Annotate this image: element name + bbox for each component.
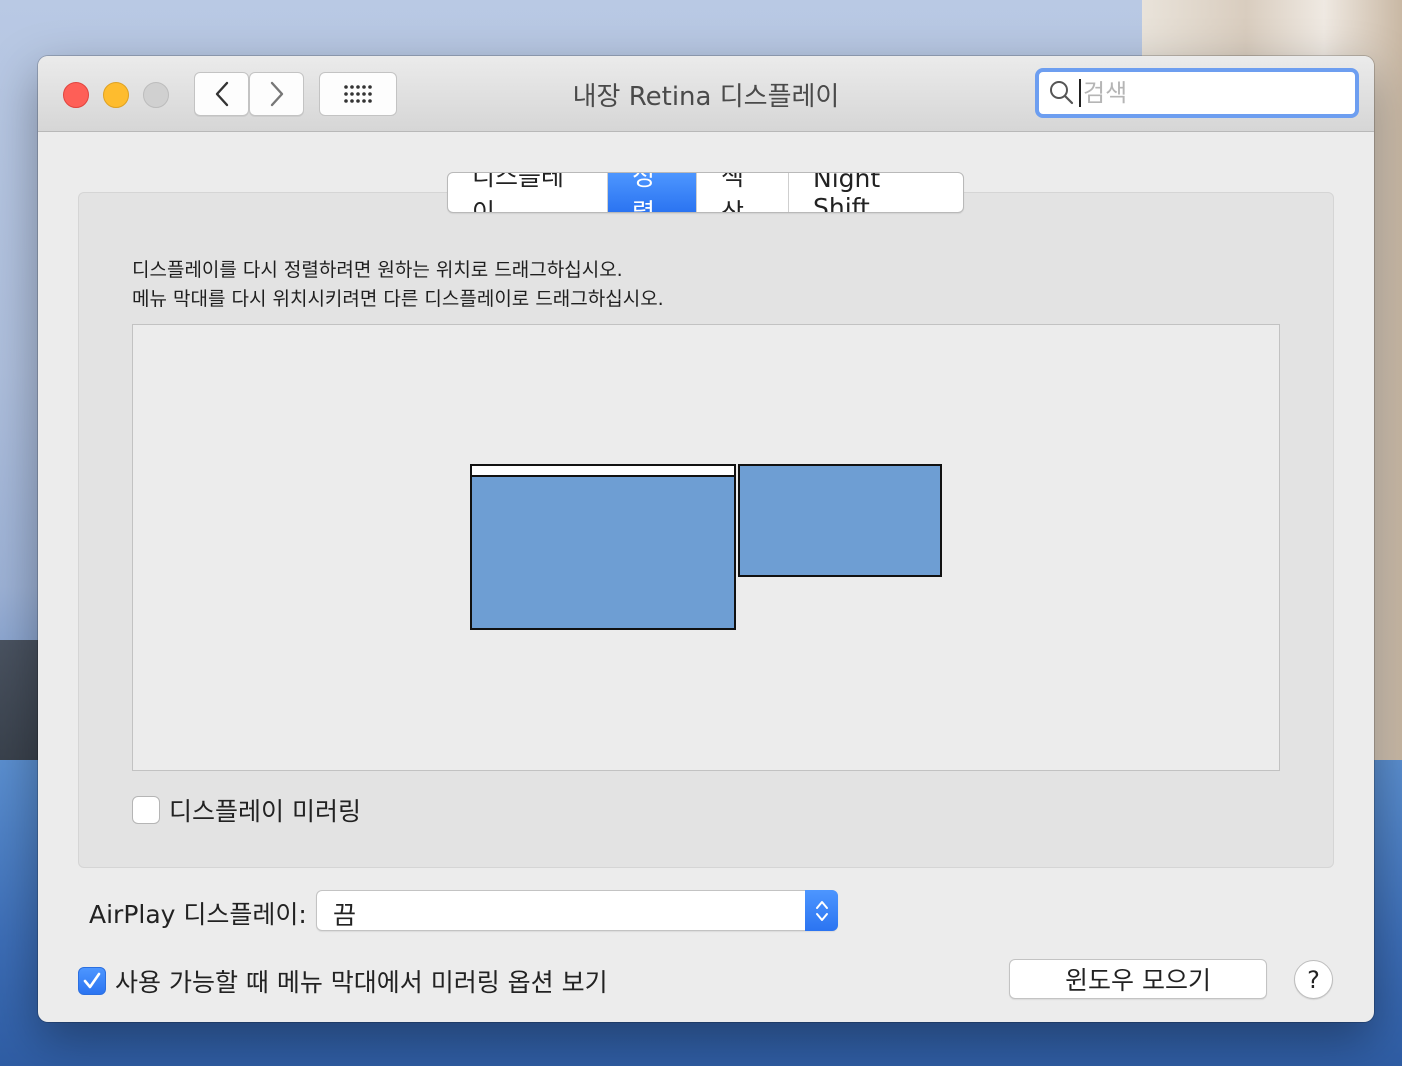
display-preferences-window: 내장 Retina 디스플레이 디스플레이 정렬 색상 Night Shift … (38, 56, 1374, 1022)
show-mirroring-options-label: 사용 가능할 때 메뉴 막대에서 미러링 옵션 보기 (115, 968, 608, 997)
chevron-up-down-icon (815, 900, 828, 921)
checkmark-icon (83, 972, 101, 989)
menu-bar-handle[interactable] (472, 466, 734, 477)
secondary-display-thumbnail[interactable] (738, 464, 942, 577)
text-cursor (1079, 79, 1081, 107)
main-display-thumbnail[interactable] (470, 464, 736, 630)
tab-arrangement[interactable]: 정렬 (608, 173, 697, 212)
gather-windows-button[interactable]: 윈도우 모으기 (1009, 959, 1267, 999)
mirror-displays-checkbox[interactable] (132, 796, 160, 824)
display-arrangement-area (132, 324, 1280, 771)
search-input[interactable] (1083, 79, 1333, 107)
select-stepper[interactable] (805, 890, 838, 931)
airplay-display-select[interactable]: 끔 (316, 890, 838, 931)
instruction-line-1: 디스플레이를 다시 정렬하려면 원하는 위치로 드래그하십시오. (132, 259, 623, 281)
help-button[interactable]: ? (1294, 960, 1333, 999)
show-mirroring-options-option: 사용 가능할 때 메뉴 막대에서 미러링 옵션 보기 (78, 963, 608, 999)
tab-display[interactable]: 디스플레이 (448, 173, 608, 212)
tab-night-shift[interactable]: Night Shift (789, 173, 963, 212)
arrangement-instructions: 디스플레이를 다시 정렬하려면 원하는 위치로 드래그하십시오. 메뉴 막대를 … (132, 256, 664, 314)
mirror-displays-label: 디스플레이 미러링 (169, 797, 361, 826)
search-icon (1050, 81, 1074, 105)
mirror-displays-option: 디스플레이 미러링 (132, 792, 361, 828)
tab-bar: 디스플레이 정렬 색상 Night Shift (447, 172, 964, 213)
search-field[interactable] (1035, 68, 1359, 118)
title-bar: 내장 Retina 디스플레이 (38, 56, 1374, 132)
airplay-display-label: AirPlay 디스플레이: (89, 900, 307, 929)
airplay-selected-value: 끔 (333, 901, 357, 930)
show-mirroring-options-checkbox[interactable] (78, 967, 106, 995)
instruction-line-2: 메뉴 막대를 다시 위치시키려면 다른 디스플레이로 드래그하십시오. (132, 288, 664, 310)
tab-color[interactable]: 색상 (697, 173, 789, 212)
